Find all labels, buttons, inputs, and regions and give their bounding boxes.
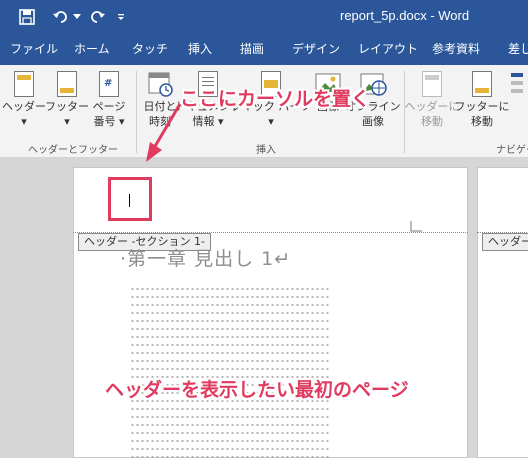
page-number-label: ページ	[92, 100, 126, 113]
undo-icon[interactable]	[50, 0, 72, 33]
online-picture-label2: 画像	[362, 115, 384, 128]
goto-header-button[interactable]: ヘッダーに 移動	[404, 69, 460, 129]
document-info-label2: 情報 ▾	[192, 115, 224, 128]
header-button[interactable]: ヘッダー ▾	[2, 69, 46, 129]
header-label: ヘッダー	[2, 100, 46, 113]
save-icon[interactable]	[16, 0, 38, 33]
datetime-label2: 時刻	[149, 115, 171, 128]
tab-touch[interactable]: タッチ	[132, 33, 168, 65]
annotation-top: ここにカーソルを置く	[180, 88, 371, 110]
header-caret: ▾	[21, 115, 27, 128]
footer-caret: ▾	[64, 115, 70, 128]
page-number-button[interactable]: # ページ 番号 ▾	[88, 69, 130, 129]
quick-parts-caret: ▾	[268, 115, 274, 128]
navigation-more-icon[interactable]	[506, 69, 528, 99]
footer-label: フッター	[45, 100, 89, 113]
goto-header-label: ヘッダーに	[404, 100, 460, 113]
text-caret	[129, 194, 130, 207]
page-number-label2: 番号 ▾	[93, 115, 125, 128]
group-navigation-label: ナビゲー	[496, 145, 528, 156]
group-divider	[136, 71, 137, 153]
footer-icon	[52, 69, 82, 99]
customize-qat-icon[interactable]	[114, 0, 128, 33]
datetime-label: 日付と	[143, 100, 177, 113]
chapter-heading[interactable]: ·第一章 見出し 1↵	[120, 244, 291, 271]
goto-footer-label2: 移動	[471, 115, 493, 128]
ribbon: ヘッダー ▾ フッター ▾ # ページ 番号 ▾ ヘッダーとフッター 日付と 時…	[0, 65, 528, 158]
margin-corner-mark	[410, 221, 422, 232]
goto-footer-icon	[467, 69, 497, 99]
tab-mailings[interactable]: 差し	[508, 33, 528, 65]
cursor-highlight-box	[108, 177, 152, 221]
goto-footer-label: フッターに	[454, 100, 510, 113]
tab-design[interactable]: デザイン	[292, 33, 340, 65]
footer-button[interactable]: フッター ▾	[45, 69, 89, 129]
header-section-tag-next: ヘッダー	[482, 233, 528, 251]
tab-references[interactable]: 参考資料	[432, 33, 480, 65]
document-page-next[interactable]	[477, 167, 528, 458]
title-bar: report_5p.docx - Word	[0, 0, 528, 33]
tab-draw[interactable]: 描画	[240, 33, 264, 65]
group-header-footer-label: ヘッダーとフッター	[28, 145, 118, 156]
goto-footer-button[interactable]: フッターに 移動	[454, 69, 510, 129]
undo-dropdown-icon[interactable]	[72, 0, 82, 33]
tab-file[interactable]: ファイル	[10, 33, 58, 65]
body-text-placeholder	[130, 285, 330, 458]
group-insert-label: 挿入	[256, 145, 276, 156]
tab-home[interactable]: ホーム	[74, 33, 110, 65]
datetime-button[interactable]: 日付と 時刻	[140, 69, 180, 129]
page-number-icon: #	[94, 69, 124, 99]
calendar-icon	[145, 69, 175, 99]
goto-header-label2: 移動	[421, 115, 443, 128]
tab-insert[interactable]: 挿入	[188, 33, 212, 65]
window-title: report_5p.docx - Word	[340, 8, 470, 23]
goto-header-icon	[417, 69, 447, 99]
ribbon-tabs: ファイル ホーム タッチ 挿入 描画 デザイン レイアウト 参考資料 差し	[0, 33, 528, 65]
redo-icon[interactable]	[86, 0, 108, 33]
header-icon	[9, 69, 39, 99]
annotation-bottom: ヘッダーを表示したい最初のページ	[105, 379, 409, 401]
tab-layout[interactable]: レイアウト	[358, 33, 418, 65]
